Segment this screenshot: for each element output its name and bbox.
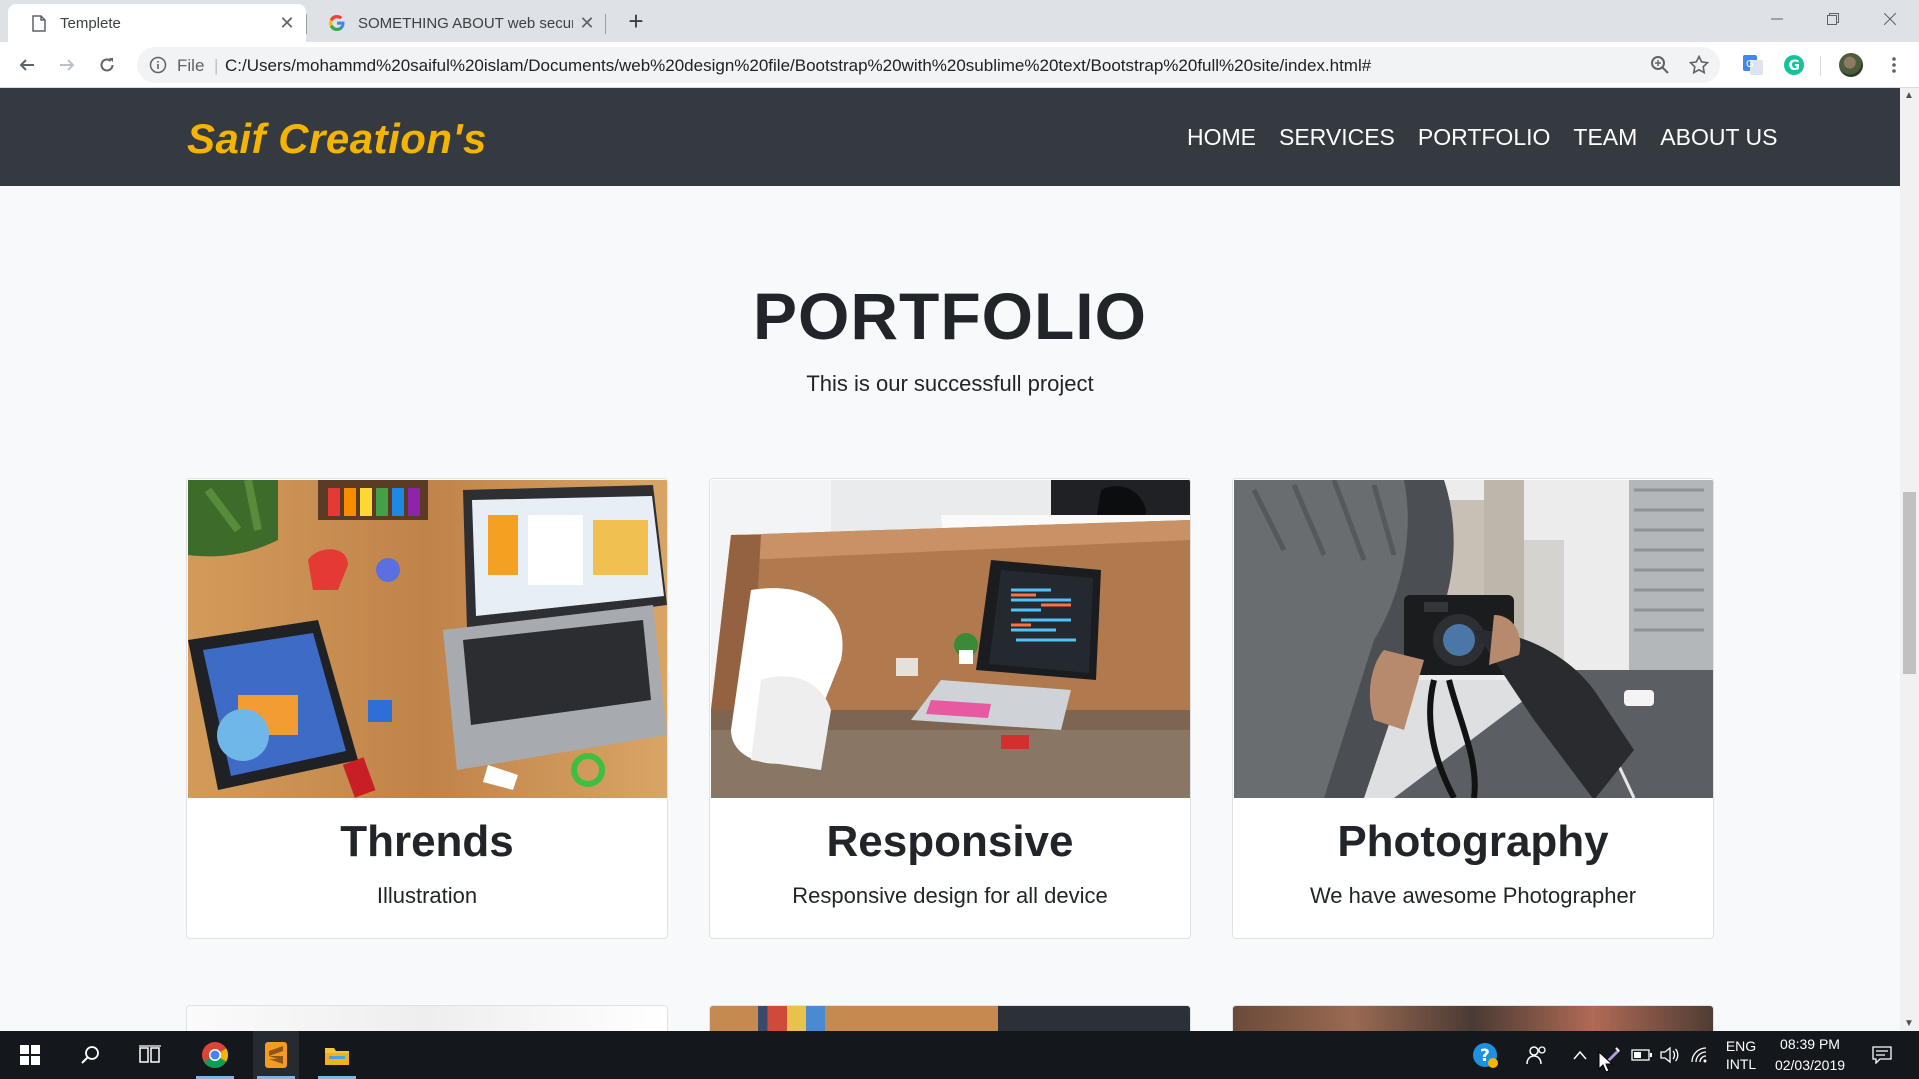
clock-time: 08:39 PM bbox=[1780, 1036, 1840, 1052]
scrollbar-thumb[interactable] bbox=[1903, 492, 1916, 674]
system-clock[interactable]: 08:39 PM 02/03/2019 bbox=[1768, 1031, 1852, 1079]
scroll-down-arrow-icon[interactable]: ▼ bbox=[1904, 1018, 1914, 1029]
close-icon[interactable]: ✕ bbox=[578, 14, 596, 32]
more-vert-icon[interactable] bbox=[1882, 53, 1906, 77]
portfolio-heading: PORTFOLIO bbox=[753, 279, 1147, 353]
nav-link-home[interactable]: HOME bbox=[1187, 124, 1256, 151]
chevron-up-icon[interactable] bbox=[1570, 1031, 1590, 1079]
portfolio-card-next-row[interactable] bbox=[1232, 1005, 1714, 1031]
card-text: Responsive design for all device bbox=[792, 883, 1108, 908]
page-viewport: Saif Creation's HOME SERVICES PORTFOLIO … bbox=[0, 88, 1900, 1031]
photographer-with-camera-street-photo bbox=[1234, 480, 1713, 798]
site-navbar: Saif Creation's HOME SERVICES PORTFOLIO … bbox=[0, 88, 1900, 186]
card-title: Responsive bbox=[826, 817, 1074, 866]
nav-link-services[interactable]: SERVICES bbox=[1279, 124, 1395, 151]
portfolio-card-next-row[interactable] bbox=[186, 1005, 668, 1031]
svg-text:G: G bbox=[1746, 59, 1754, 70]
windows-taskbar: ? ENG INTL 08:39 PM 02/03/2019 bbox=[0, 1031, 1919, 1079]
restore-icon[interactable] bbox=[1805, 0, 1861, 38]
laptop-on-wooden-desk-photo bbox=[711, 480, 1190, 798]
bookmark-star-icon[interactable] bbox=[1688, 54, 1710, 75]
site-brand-logo[interactable]: Saif Creation's bbox=[187, 115, 487, 163]
close-icon[interactable]: ✕ bbox=[278, 14, 296, 32]
nav-link-portfolio[interactable]: PORTFOLIO bbox=[1418, 124, 1551, 151]
grammarly-icon[interactable]: G bbox=[1783, 54, 1805, 76]
kids-coding-laptop-desk-photo bbox=[188, 480, 667, 798]
url-text[interactable]: C:/Users/mohammd%20saiful%20islam/Docume… bbox=[225, 56, 1371, 76]
page-scrollbar[interactable]: ▲ ▼ bbox=[1900, 88, 1919, 1031]
back-arrow-icon[interactable] bbox=[13, 51, 41, 79]
card-title: Photography bbox=[1337, 817, 1609, 866]
sublime-text-icon[interactable] bbox=[253, 1031, 299, 1079]
card-text: Illustration bbox=[376, 883, 478, 908]
nav-link-team[interactable]: TEAM bbox=[1573, 124, 1637, 151]
chrome-icon[interactable] bbox=[192, 1031, 238, 1079]
zoom-icon[interactable] bbox=[1650, 55, 1670, 75]
people-icon[interactable] bbox=[1522, 1031, 1552, 1079]
portfolio-card-photography[interactable]: Photography We have awesome Photographer bbox=[1232, 478, 1714, 939]
volume-icon[interactable] bbox=[1658, 1031, 1682, 1079]
portfolio-card-responsive[interactable]: Responsive Responsive design for all dev… bbox=[709, 478, 1191, 939]
file-explorer-icon[interactable] bbox=[314, 1031, 360, 1079]
browser-toolbar: File | C:/Users/mohammd%20saiful%20islam… bbox=[0, 42, 1919, 88]
google-icon bbox=[328, 14, 346, 32]
tab-something-about-web-security[interactable]: SOMETHING ABOUT web securit ✕ bbox=[306, 4, 606, 42]
help-icon[interactable]: ? bbox=[1470, 1031, 1500, 1079]
input-language-indicator[interactable]: ENG INTL bbox=[1718, 1031, 1764, 1079]
address-bar[interactable]: File | C:/Users/mohammd%20saiful%20islam… bbox=[137, 47, 1720, 83]
toolbar-divider bbox=[1820, 56, 1821, 76]
new-tab-button[interactable]: + bbox=[622, 8, 650, 36]
nav-link-about-us[interactable]: ABOUT US bbox=[1660, 124, 1777, 151]
reload-icon[interactable] bbox=[93, 51, 121, 79]
portfolio-card-thrends[interactable]: Thrends Illustration bbox=[186, 478, 668, 939]
minimize-icon[interactable] bbox=[1749, 0, 1805, 38]
info-icon[interactable] bbox=[149, 56, 167, 74]
windows-start-icon[interactable] bbox=[10, 1031, 50, 1079]
scroll-up-arrow-icon[interactable]: ▲ bbox=[1904, 90, 1914, 101]
svg-text:G: G bbox=[1789, 58, 1801, 74]
portfolio-card-next-row[interactable] bbox=[709, 1005, 1191, 1031]
scheme-label: File bbox=[177, 56, 205, 75]
portfolio-subtitle: This is our successfull project bbox=[806, 371, 1094, 396]
mouse-cursor-icon bbox=[1598, 1051, 1614, 1073]
search-icon[interactable] bbox=[70, 1031, 110, 1079]
nav-links: HOME SERVICES PORTFOLIO TEAM ABOUT US bbox=[1187, 124, 1800, 151]
url-separator: | bbox=[214, 56, 219, 75]
wifi-icon[interactable] bbox=[1688, 1031, 1712, 1079]
google-translate-icon[interactable]: G bbox=[1742, 54, 1764, 76]
battery-icon[interactable] bbox=[1630, 1031, 1654, 1079]
clock-date: 02/03/2019 bbox=[1774, 1057, 1846, 1073]
window-close-icon[interactable] bbox=[1862, 0, 1918, 38]
forward-arrow-icon[interactable] bbox=[53, 51, 81, 79]
tab-title: SOMETHING ABOUT web securit bbox=[358, 14, 573, 32]
tab-templete[interactable]: Templete ✕ bbox=[8, 4, 306, 42]
profile-avatar[interactable] bbox=[1839, 53, 1863, 77]
task-view-icon[interactable] bbox=[130, 1031, 170, 1079]
keyboard-layout: INTL bbox=[1725, 1056, 1757, 1072]
action-center-icon[interactable] bbox=[1862, 1031, 1902, 1079]
card-text: We have awesome Photographer bbox=[1309, 883, 1637, 908]
tab-title: Templete bbox=[60, 14, 121, 32]
card-title: Thrends bbox=[340, 817, 514, 866]
language-code: ENG bbox=[1725, 1038, 1757, 1054]
browser-tab-strip: Templete ✕ SOMETHING ABOUT web securit ✕… bbox=[0, 0, 1919, 42]
page-icon bbox=[30, 14, 48, 32]
